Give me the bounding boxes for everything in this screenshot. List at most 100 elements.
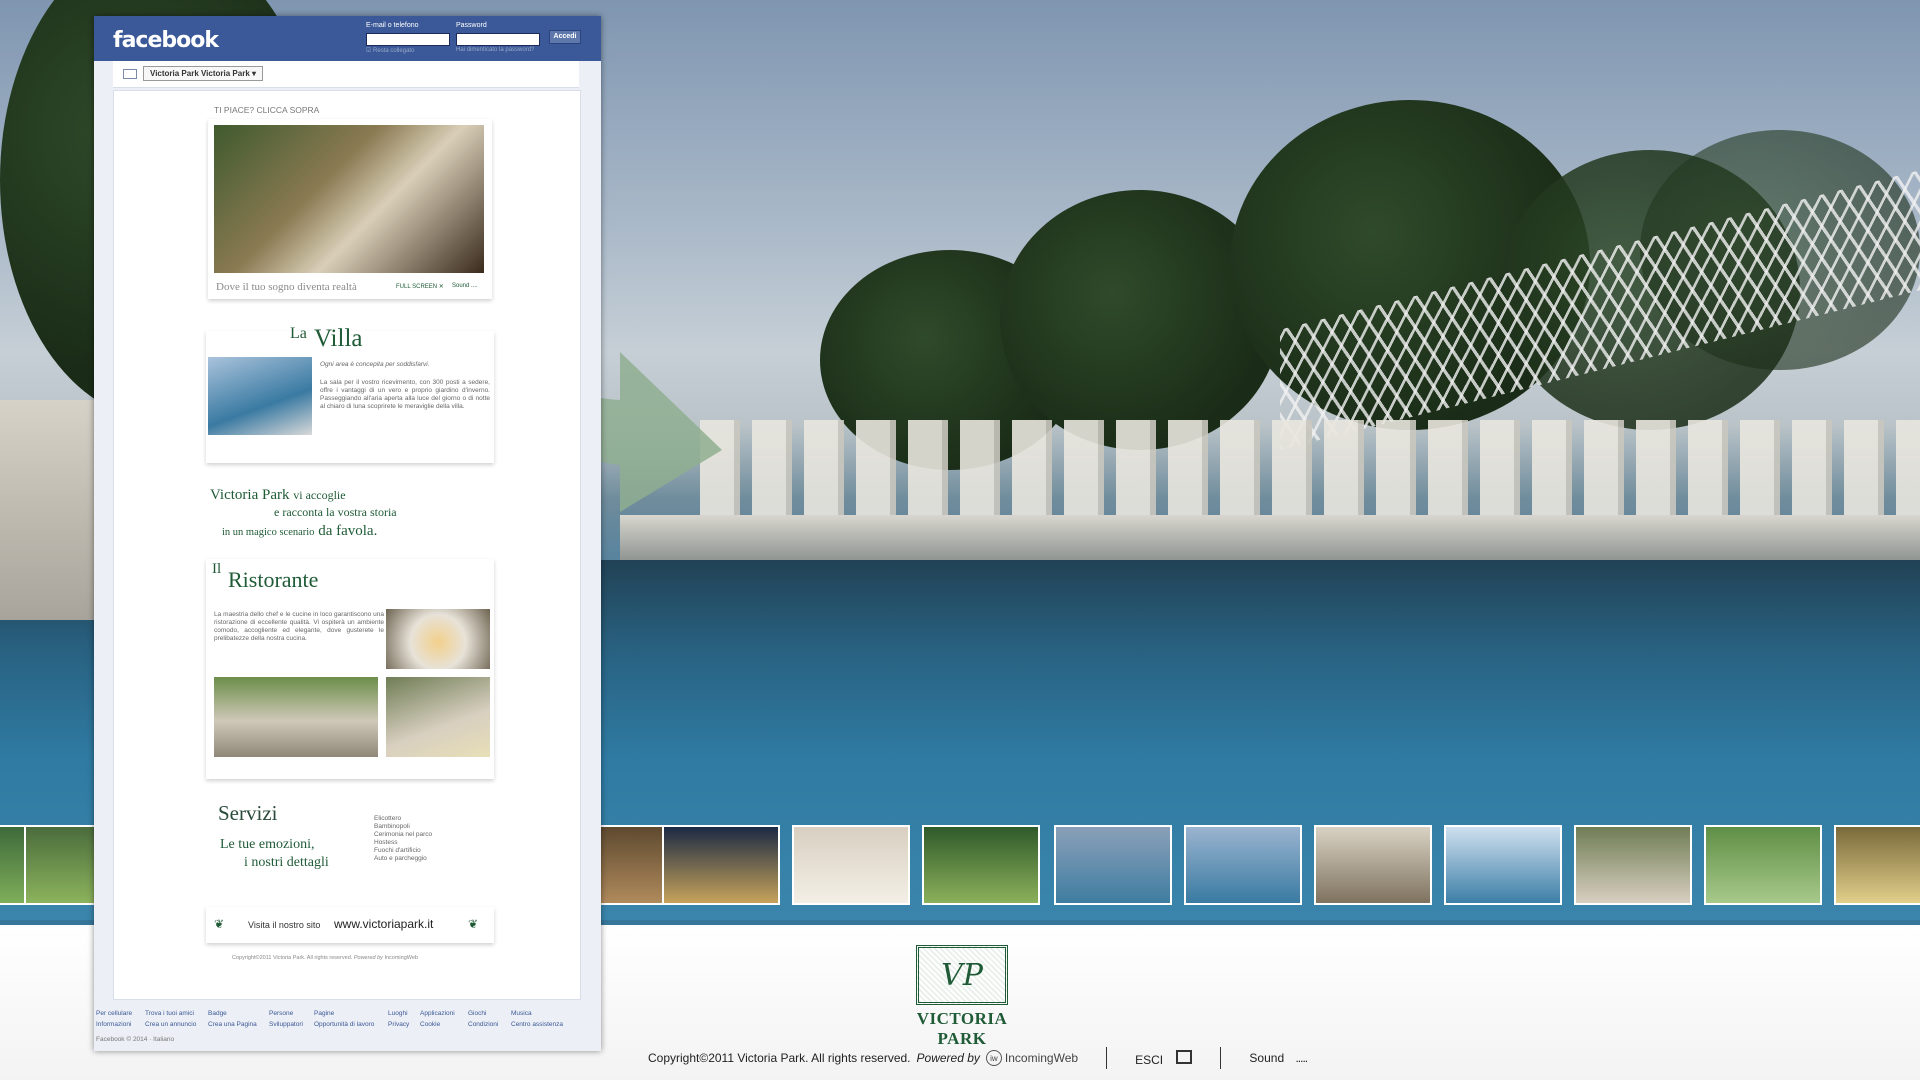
- fullscreen-label: FULL SCREEN: [396, 284, 438, 290]
- incomingweb-label: IncomingWeb: [1004, 1051, 1079, 1065]
- page-tab-bar: Victoria Park Victoria Park ▾: [113, 61, 579, 88]
- services-title: Servizi: [218, 801, 278, 825]
- thumbnail[interactable]: [1574, 825, 1692, 905]
- footer-link[interactable]: Crea una Pagina: [208, 1021, 257, 1028]
- fullscreen-button[interactable]: FULL SCREEN ✕: [396, 283, 444, 290]
- restaurant-photo-3: [386, 677, 490, 757]
- service-item: Elicottero: [374, 815, 402, 822]
- thumbnail[interactable]: [1314, 825, 1432, 905]
- tab-content: TI PIACE? CLICCA SOPRA Dove il tuo sogno…: [113, 90, 581, 1000]
- footer-link[interactable]: Centro assistenza: [511, 1021, 563, 1028]
- footer-link[interactable]: Crea un annuncio: [145, 1021, 196, 1028]
- footer-link[interactable]: Pagine: [314, 1010, 334, 1017]
- email-field[interactable]: [366, 33, 450, 46]
- thumbnail[interactable]: [662, 825, 780, 905]
- footer-link[interactable]: Luoghi: [388, 1010, 408, 1017]
- powered-by-label: Powered by: [916, 1051, 980, 1065]
- footer-link[interactable]: Per cellulare: [96, 1010, 132, 1017]
- sound-level-icon: .....: [1295, 1051, 1308, 1065]
- villa-photo: [208, 357, 312, 435]
- thumbnail[interactable]: [1704, 825, 1822, 905]
- facebook-copyright: Facebook © 2014 · Italiano: [96, 1036, 175, 1043]
- divider: [1106, 1047, 1108, 1069]
- remember-label: Resta collegato: [373, 48, 415, 54]
- footer-link[interactable]: Badge: [208, 1010, 227, 1017]
- password-label: Password: [456, 22, 487, 29]
- welcome-line3: in un magico scenario da favola.: [222, 523, 377, 540]
- tab-copyright: Copyright©2011 Victoria Park. All rights…: [232, 955, 418, 961]
- exit-label: ESCI: [1135, 1052, 1164, 1067]
- visit-label: Visita il nostro sito: [248, 920, 321, 930]
- footer-link[interactable]: Trova i tuoi amici: [145, 1010, 194, 1017]
- restaurant-title: Ristorante: [228, 567, 319, 592]
- villa-title-la: La: [290, 325, 307, 342]
- hero-sound-toggle[interactable]: Sound ....: [452, 283, 478, 289]
- fullscreen-exit-icon: [1176, 1049, 1193, 1064]
- visit-site-bar[interactable]: ❦ Visita il nostro sito www.victoriapark…: [206, 907, 494, 943]
- thumbnail[interactable]: [1184, 825, 1302, 905]
- restaurant-card: Il Ristorante La maestria dello chef e l…: [206, 559, 494, 779]
- service-item: Fuochi d'artificio: [374, 847, 421, 854]
- thumbnail[interactable]: [1054, 825, 1172, 905]
- login-button[interactable]: Accedi: [549, 30, 581, 44]
- page-selector[interactable]: Victoria Park Victoria Park ▾: [143, 66, 264, 81]
- incomingweb-link[interactable]: iw IncomingWeb: [985, 1050, 1079, 1066]
- hero-caption: Dove il tuo sogno diventa realtà: [216, 281, 357, 293]
- footer-link[interactable]: Musica: [511, 1010, 532, 1017]
- welcome-line1: Victoria Park vi accoglie: [210, 487, 346, 504]
- visit-url[interactable]: www.victoriapark.it: [334, 917, 433, 931]
- thumbnail[interactable]: [1444, 825, 1562, 905]
- welcome-line2: e racconta la vostra storia: [274, 505, 397, 519]
- computer-icon: [123, 69, 137, 79]
- hero-card[interactable]: Dove il tuo sogno diventa realtà FULL SC…: [208, 119, 492, 299]
- page-selector-label: Victoria Park Victoria Park: [150, 69, 250, 78]
- victoria-park-logo[interactable]: VP VICTORIA PARK: [902, 945, 1022, 1049]
- fullscreen-icon: ✕: [438, 284, 444, 290]
- sound-label: Sound: [1249, 1051, 1285, 1065]
- thumbnail[interactable]: [792, 825, 910, 905]
- facebook-logo[interactable]: facebook: [113, 28, 219, 53]
- villa-subtitle: Ogni area è concepita per soddisfarvi.: [320, 361, 430, 368]
- remember-checkbox[interactable]: ☑ Resta collegato: [366, 47, 414, 54]
- tab-powered-by: Powered by: [353, 955, 383, 961]
- email-label: E-mail o telefono: [366, 22, 419, 29]
- footer-link[interactable]: Persone: [269, 1010, 293, 1017]
- villa-body: La sala per il vostro ricevimento, con 3…: [320, 379, 490, 410]
- footer-link[interactable]: Condizioni: [468, 1021, 498, 1028]
- footer-link[interactable]: Informazioni: [96, 1021, 131, 1028]
- footer-link[interactable]: Cookie: [420, 1021, 440, 1028]
- footer-link[interactable]: Giochi: [468, 1010, 486, 1017]
- restaurant-body: La maestria dello chef e le cucine in lo…: [214, 611, 384, 642]
- welcome-scenario: in un magico scenario: [222, 527, 315, 538]
- divider: [1220, 1047, 1222, 1069]
- footer-link[interactable]: Sviluppatori: [269, 1021, 303, 1028]
- service-item: Hostess: [374, 839, 398, 846]
- vp-monogram: VP: [916, 945, 1008, 1005]
- service-item: Cerimonia nel parco: [374, 831, 433, 838]
- tab-copyright-text: Copyright©2011 Victoria Park. All rights…: [232, 955, 353, 961]
- thumbnail[interactable]: [922, 825, 1040, 905]
- restaurant-photo-2: [214, 677, 378, 757]
- welcome-greet: vi accoglie: [293, 488, 346, 502]
- villa-title: Villa: [314, 325, 363, 352]
- like-prompt[interactable]: TI PIACE? CLICCA SOPRA: [214, 105, 319, 115]
- restaurant-photo-1: [386, 609, 490, 669]
- service-item: Bambinopoli: [374, 823, 410, 830]
- exit-button[interactable]: ESCI: [1135, 1049, 1193, 1067]
- sound-toggle[interactable]: Sound .....: [1249, 1051, 1308, 1065]
- footer-bar: Copyright©2011 Victoria Park. All rights…: [648, 1047, 1308, 1069]
- footer-link[interactable]: Privacy: [388, 1021, 409, 1028]
- logo-name: VICTORIA PARK: [916, 1009, 1008, 1048]
- services-tagline-1: Le tue emozioni,: [220, 837, 315, 852]
- footer-link[interactable]: Opportunità di lavoro: [314, 1021, 374, 1028]
- pool-deck: [620, 515, 1920, 560]
- leaf-icon: ❦: [214, 917, 225, 931]
- facebook-window: facebook E-mail o telefono Password Acce…: [94, 16, 601, 1051]
- password-field[interactable]: [456, 33, 540, 46]
- footer-copyright: Copyright©2011 Victoria Park. All rights…: [648, 1051, 911, 1065]
- forgot-password-link[interactable]: Hai dimenticato la password?: [456, 47, 534, 53]
- tab-brand: IncomingWeb: [384, 955, 418, 961]
- footer-link[interactable]: Applicazioni: [420, 1010, 455, 1017]
- hero-photo: [214, 125, 484, 273]
- thumbnail[interactable]: [1834, 825, 1920, 905]
